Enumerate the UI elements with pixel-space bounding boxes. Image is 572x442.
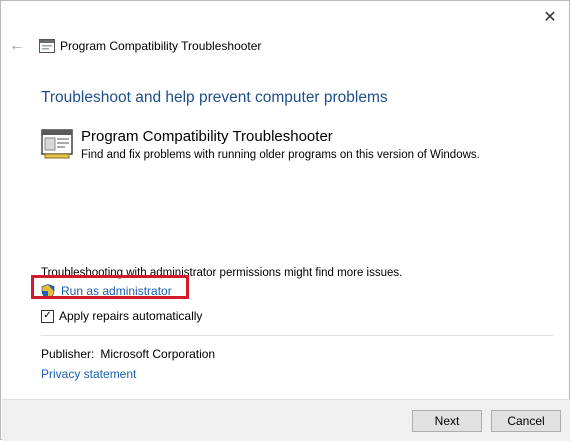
- divider: [41, 335, 553, 336]
- uac-shield-icon: [41, 283, 55, 299]
- tool-title: Program Compatibility Troubleshooter: [81, 128, 333, 145]
- checkmark-icon: ✓: [43, 310, 52, 321]
- troubleshooter-small-icon: [39, 39, 55, 53]
- run-as-administrator-link[interactable]: Run as administrator: [41, 282, 172, 300]
- footer-bar: Next Cancel: [2, 399, 570, 441]
- back-arrow-icon: ←: [9, 37, 25, 54]
- troubleshooter-icon: [41, 129, 73, 159]
- close-icon: ✕: [543, 9, 557, 26]
- next-button[interactable]: Next: [412, 410, 482, 432]
- cancel-button[interactable]: Cancel: [491, 410, 561, 432]
- admin-note: Troubleshooting with administrator permi…: [41, 267, 403, 279]
- page-heading: Troubleshoot and help prevent computer p…: [41, 89, 388, 106]
- publisher-label: Publisher:: [41, 347, 95, 361]
- publisher-value: Microsoft Corporation: [100, 347, 216, 361]
- run-as-administrator-label: Run as administrator: [61, 284, 172, 298]
- apply-repairs-option[interactable]: ✓ Apply repairs automatically: [41, 309, 202, 323]
- back-button[interactable]: ←: [9, 37, 27, 55]
- apply-repairs-checkbox[interactable]: ✓: [41, 309, 54, 323]
- apply-repairs-label: Apply repairs automatically: [59, 309, 203, 323]
- privacy-statement-link[interactable]: Privacy statement: [41, 367, 136, 381]
- publisher-info: Publisher: Microsoft Corporation: [41, 347, 215, 361]
- close-button[interactable]: ✕: [537, 5, 563, 29]
- window-title: Program Compatibility Troubleshooter: [60, 39, 262, 53]
- troubleshooter-window: ✕ ← Program Compatibility Troubleshooter…: [0, 0, 570, 441]
- tool-description: Find and fix problems with running older…: [81, 149, 480, 161]
